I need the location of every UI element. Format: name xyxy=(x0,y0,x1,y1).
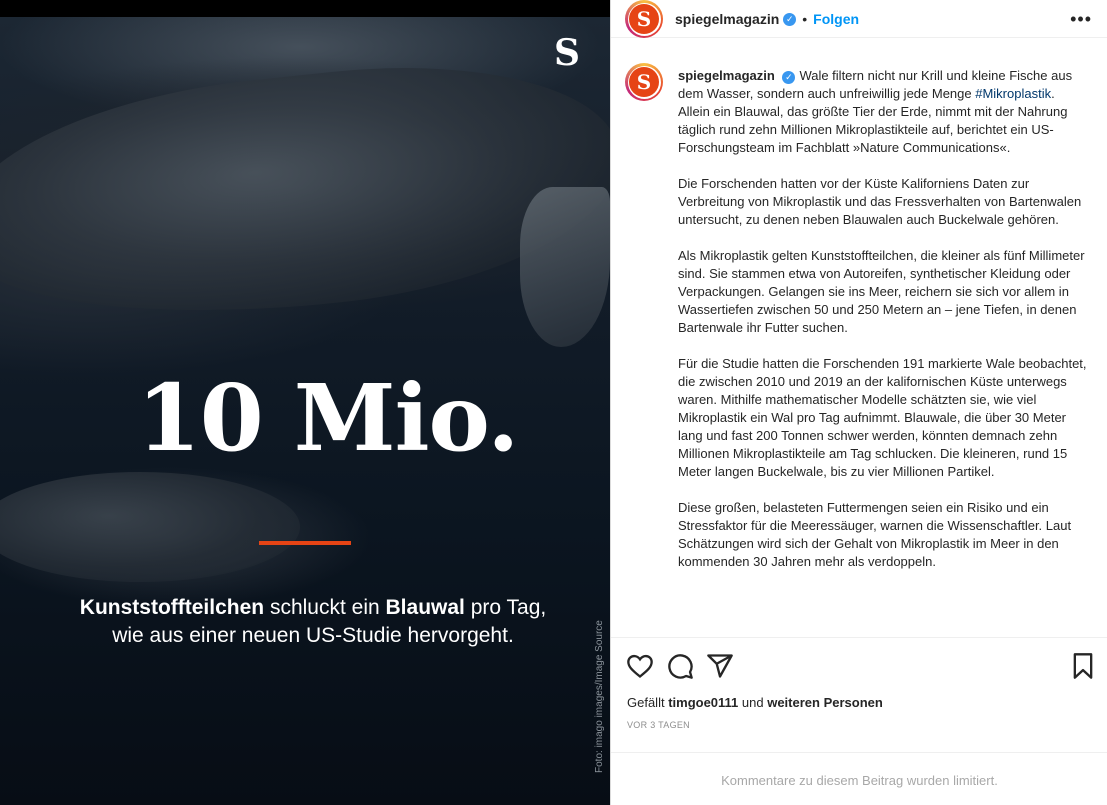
header-username[interactable]: spiegelmagazin xyxy=(675,11,779,27)
avatar[interactable]: S xyxy=(625,63,663,101)
comment-icon[interactable] xyxy=(666,652,694,680)
verified-badge-icon: ✓ xyxy=(783,12,797,26)
likes-prefix: Gefällt xyxy=(627,695,669,710)
avatar-letter: S xyxy=(629,4,659,34)
top-strip xyxy=(0,0,610,17)
post-header: S spiegelmagazin ✓ • Folgen ••• xyxy=(611,0,1107,38)
action-bar: Gefällt timgoe0111 und weiteren Personen… xyxy=(611,637,1107,752)
post-media[interactable]: S 10 Mio. Kunststoffteilchen schluckt ei… xyxy=(0,17,610,805)
headline-number: 10 Mio. xyxy=(136,364,520,472)
likes-others-link[interactable]: weiteren Personen xyxy=(767,695,883,710)
bookmark-icon[interactable] xyxy=(1069,652,1097,680)
spiegel-logo-icon: S xyxy=(554,32,580,74)
caption-text-1: schluckt ein xyxy=(264,596,386,619)
likes-user-link[interactable]: timgoe0111 xyxy=(668,695,738,710)
caption-username[interactable]: spiegelmagazin xyxy=(678,68,775,83)
photo-credit: Foto: imago images/Image Source xyxy=(594,620,605,773)
avatar[interactable]: S xyxy=(625,0,663,38)
likes-summary: Gefällt timgoe0111 und weiteren Personen xyxy=(627,695,883,710)
caption-text-2: pro Tag, xyxy=(464,596,547,619)
verified-badge-icon: ✓ xyxy=(782,70,796,84)
whale-fin-image xyxy=(520,187,610,347)
more-horizontal-icon[interactable]: ••• xyxy=(1070,9,1092,30)
avatar-letter: S xyxy=(629,67,659,97)
caption-paragraph-5: Diese großen, belasteten Futtermengen se… xyxy=(678,500,1072,569)
caption-bold-1: Kunststoffteilchen xyxy=(79,596,265,619)
accent-divider xyxy=(259,541,351,545)
caption-paragraph-2: Die Forschenden hatten vor der Küste Kal… xyxy=(678,176,1082,227)
whale-lower-image xyxy=(0,472,300,582)
likes-middle: und xyxy=(738,695,768,710)
comment-limit-notice: Kommentare zu diesem Beitrag wurden limi… xyxy=(611,752,1107,805)
share-icon[interactable] xyxy=(706,652,734,680)
caption-section: S spiegelmagazin ✓ Wale filtern nicht nur… xyxy=(611,55,1107,635)
whale-upper-image xyxy=(0,43,610,341)
caption-paragraph-4: Für die Studie hatten die Forschenden 19… xyxy=(678,356,1087,479)
post-caption: spiegelmagazin ✓ Wale filtern nicht nur K… xyxy=(678,67,1088,589)
media-caption: Kunststoffteilchen schluckt ein Blauwal … xyxy=(40,594,586,650)
caption-bold-2: Blauwal xyxy=(385,596,465,619)
separator-dot: • xyxy=(802,11,808,27)
heart-icon[interactable] xyxy=(626,652,654,680)
follow-button[interactable]: Folgen xyxy=(813,11,859,27)
post-panel: S spiegelmagazin ✓ • Folgen ••• S spiege… xyxy=(610,0,1107,805)
caption-paragraph-3: Als Mikroplastik gelten Kunststoffteilch… xyxy=(678,248,1085,335)
hashtag-link[interactable]: #Mikroplastik xyxy=(975,86,1051,101)
caption-line-2: wie aus einer neuen US-Studie hervorgeht… xyxy=(112,624,514,647)
post-timestamp[interactable]: VOR 3 TAGEN xyxy=(627,720,690,730)
